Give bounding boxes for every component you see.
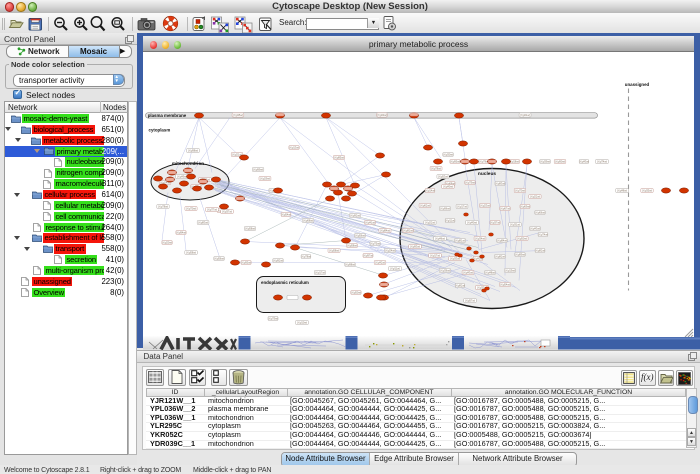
svg-text:endoplasmic reticulum: endoplasmic reticulum	[261, 280, 309, 285]
svg-text:(Ygl84w): (Ygl84w)	[497, 238, 507, 242]
svg-text:(Ygl74w): (Ygl74w)	[597, 159, 607, 163]
svg-text:(Ygl23w): (Ygl23w)	[377, 113, 387, 117]
svg-text:(Ygl39w): (Ygl39w)	[540, 159, 550, 163]
svg-text:(Ygl37w): (Ygl37w)	[490, 220, 500, 224]
svg-text:(Ygl22w): (Ygl22w)	[530, 194, 540, 198]
svg-text:(Ygl62w): (Ygl62w)	[420, 203, 430, 207]
svg-text:(Ygl75w): (Ygl75w)	[370, 241, 380, 245]
svg-text:(Ygl89w): (Ygl89w)	[515, 252, 525, 256]
svg-text:mitochondrion: mitochondrion	[172, 161, 204, 166]
svg-text:(Ygl43w): (Ygl43w)	[530, 226, 540, 230]
svg-text:(Ygl21w): (Ygl21w)	[520, 113, 530, 117]
svg-text:(Ygl93w): (Ygl93w)	[410, 244, 420, 248]
svg-text:(Ygl56w): (Ygl56w)	[355, 233, 365, 237]
svg-text:plasma membrane: plasma membrane	[148, 113, 187, 118]
svg-text:(Ygl95w): (Ygl95w)	[450, 159, 460, 163]
svg-text:(Ygl54w): (Ygl54w)	[281, 212, 291, 216]
svg-text:(Ygl95w): (Ygl95w)	[241, 260, 251, 264]
svg-text:(Ygl37w): (Ygl37w)	[222, 209, 232, 213]
svg-text:(Ygl58w): (Ygl58w)	[347, 243, 357, 247]
svg-text:(Ygl43w): (Ygl43w)	[463, 270, 473, 274]
svg-text:(Ygl58w): (Ygl58w)	[245, 226, 255, 230]
svg-text:(Ygl54w): (Ygl54w)	[500, 282, 510, 286]
svg-text:(Ygl48w): (Ygl48w)	[485, 270, 495, 274]
svg-text:(Ygl17w): (Ygl17w)	[430, 253, 440, 257]
svg-text:(Ygl43w): (Ygl43w)	[579, 159, 589, 163]
svg-text:(Ygl35w): (Ygl35w)	[642, 188, 652, 192]
svg-text:(Ygl48w): (Ygl48w)	[617, 188, 627, 192]
svg-text:(Ygl41w): (Ygl41w)	[365, 220, 375, 224]
svg-text:(Ygl98w): (Ygl98w)	[188, 148, 198, 152]
svg-text:cytoplasm: cytoplasm	[149, 127, 171, 132]
svg-text:(Ygl17w): (Ygl17w)	[315, 270, 325, 274]
svg-text:(Ygl98w): (Ygl98w)	[345, 262, 355, 266]
svg-text:(Ygl13w): (Ygl13w)	[289, 145, 299, 149]
svg-text:(Ygl84w): (Ygl84w)	[380, 228, 390, 232]
svg-text:(Ygl34w): (Ygl34w)	[475, 236, 485, 240]
svg-text:(Ygl70w): (Ygl70w)	[515, 188, 525, 192]
svg-text:(Ygl83w): (Ygl83w)	[495, 181, 505, 185]
svg-text:(Ygl42w): (Ygl42w)	[375, 260, 385, 264]
svg-text:(Ygl69w): (Ygl69w)	[520, 204, 530, 208]
svg-text:(Ygl94w): (Ygl94w)	[176, 230, 186, 234]
svg-text:(Ygl96w): (Ygl96w)	[440, 206, 450, 210]
svg-text:(Ygl23w): (Ygl23w)	[480, 203, 490, 207]
svg-text:(Ygl74w): (Ygl74w)	[538, 232, 548, 236]
svg-text:(Ygl33w): (Ygl33w)	[450, 256, 460, 260]
svg-text:(Ygl82w): (Ygl82w)	[535, 248, 545, 252]
svg-text:(Ygl78w): (Ygl78w)	[158, 204, 168, 208]
svg-text:unassigned: unassigned	[625, 82, 650, 87]
svg-text:(Ygl11w): (Ygl11w)	[390, 266, 400, 270]
svg-text:(Ygl67w): (Ygl67w)	[500, 206, 510, 210]
svg-text:(Ygl58w): (Ygl58w)	[329, 248, 339, 252]
svg-text:(Ygl50w): (Ygl50w)	[351, 290, 361, 294]
svg-text:(Ygl53w): (Ygl53w)	[438, 174, 448, 178]
svg-text:(Ygl40w): (Ygl40w)	[467, 220, 477, 224]
svg-text:(Ygl82w): (Ygl82w)	[403, 228, 413, 232]
svg-text:(Ygl85w): (Ygl85w)	[334, 155, 344, 159]
svg-text:(Ygl97w): (Ygl97w)	[363, 253, 373, 257]
svg-text:(Ygl50w): (Ygl50w)	[517, 236, 527, 240]
svg-text:(Ygl30w): (Ygl30w)	[443, 152, 453, 156]
svg-text:(Ygl45w): (Ygl45w)	[233, 113, 243, 117]
svg-text:(Ygl22w): (Ygl22w)	[425, 220, 435, 224]
svg-text:(Ygl78w): (Ygl78w)	[431, 166, 441, 170]
svg-text:(Ygl79w): (Ygl79w)	[465, 180, 475, 184]
svg-text:(Ygl90w): (Ygl90w)	[555, 159, 565, 163]
svg-text:(Ygl24w): (Ygl24w)	[385, 248, 395, 252]
svg-text:(Ygl10w): (Ygl10w)	[297, 320, 307, 324]
svg-text:(Ygl20w): (Ygl20w)	[162, 240, 172, 244]
svg-text:nucleus: nucleus	[478, 171, 496, 177]
svg-text:(Ygl77w): (Ygl77w)	[207, 207, 217, 211]
svg-text:(Ygl31w): (Ygl31w)	[510, 222, 520, 226]
svg-text:(Ygl14w): (Ygl14w)	[425, 188, 435, 192]
svg-text:(Ygl56w): (Ygl56w)	[214, 256, 224, 260]
svg-text:(Ygl36w): (Ygl36w)	[440, 268, 450, 272]
svg-text:(Ygl68w): (Ygl68w)	[303, 218, 313, 222]
svg-text:(Ygl29w): (Ygl29w)	[260, 176, 270, 180]
svg-text:(Ygl82w): (Ygl82w)	[455, 283, 465, 287]
svg-text:(Ygl57w): (Ygl57w)	[465, 298, 475, 302]
svg-text:(Ygl40w): (Ygl40w)	[443, 184, 453, 188]
svg-text:(Ygl70w): (Ygl70w)	[186, 206, 196, 210]
svg-text:(Ygl17w): (Ygl17w)	[457, 204, 467, 208]
svg-text:(Ygl49w): (Ygl49w)	[177, 174, 187, 178]
svg-text:(Ygl58w): (Ygl58w)	[186, 250, 196, 254]
svg-text:(Ygl92w): (Ygl92w)	[273, 258, 283, 262]
svg-text:(Ygl11w): (Ygl11w)	[445, 218, 455, 222]
svg-text:(Ygl66w): (Ygl66w)	[535, 210, 545, 214]
svg-text:(Ygl83w): (Ygl83w)	[198, 220, 208, 224]
svg-text:(Ygl19w): (Ygl19w)	[505, 268, 515, 272]
svg-text:(Ygl78w): (Ygl78w)	[301, 254, 311, 258]
svg-text:(Ygl81w): (Ygl81w)	[455, 238, 465, 242]
svg-text:(Ygl99w): (Ygl99w)	[253, 167, 263, 171]
svg-text:(Ygl92w): (Ygl92w)	[350, 213, 360, 217]
svg-text:(Ygl46w): (Ygl46w)	[435, 236, 445, 240]
svg-text:(Ygl79w): (Ygl79w)	[268, 316, 278, 320]
svg-text:(Ygl82w): (Ygl82w)	[495, 254, 505, 258]
